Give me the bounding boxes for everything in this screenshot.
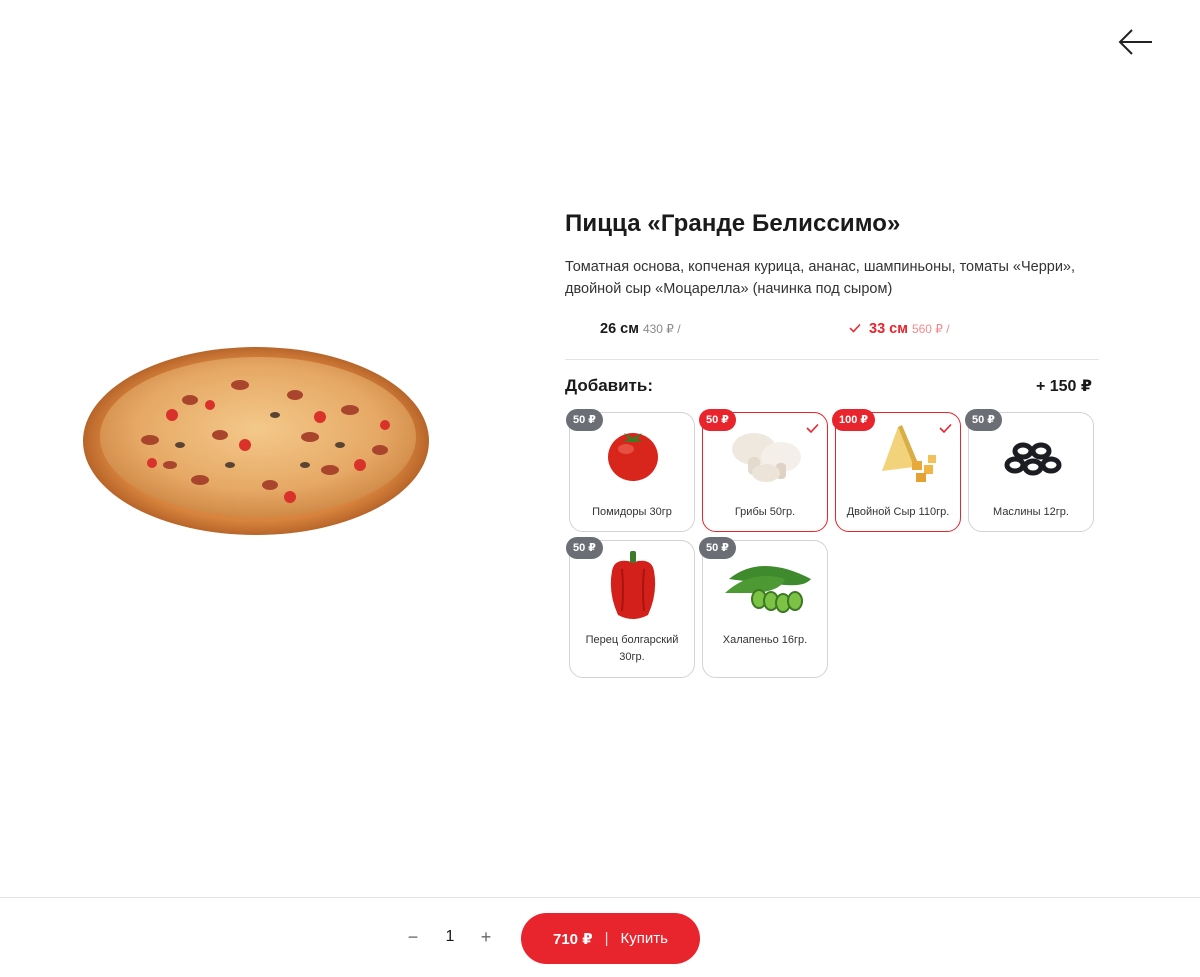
addon-card-olives[interactable]: 50 ₽ Маслины 12гр. [965,409,1094,532]
addon-name: Грибы 50гр. [734,506,796,518]
total-price: 710 ₽ [553,930,593,948]
olives-icon [1004,442,1062,476]
product-info: Пицца «Гранде Белиссимо» Томатная основа… [565,210,1100,349]
divider [565,359,1099,360]
addon-name: Халапеньо 16гр. [722,634,808,646]
addon-name: Двойной Сыр 110гр. [846,506,950,518]
size-label: 33 см [869,321,908,337]
addon-name: Перец болгарский 30гр. [585,634,679,663]
addon-card-tomato[interactable]: 50 ₽ Помидоры 30гр [566,409,695,532]
buy-button[interactable]: 710 ₽ | Купить [521,913,700,964]
check-icon [849,323,861,333]
quantity-increase-button[interactable]: + [475,926,497,948]
jalapeno-icon [725,566,811,613]
tomato-icon [608,433,658,481]
size-label: 26 см [600,321,639,337]
addon-card-mushrooms[interactable]: 50 ₽ Грибы 50гр. [699,409,828,532]
price-separator: | [604,930,609,947]
addons-total: + 150 ₽ [1035,378,1092,395]
size-selector: 26 см 430 ₽ / 33 см 560 ₽ / [565,313,1100,349]
quantity-value: 1 [445,928,455,945]
quantity-decrease-button[interactable]: − [402,926,424,948]
addons-header: Добавить: + 150 ₽ [565,376,1092,396]
addons-title: Добавить: [565,376,653,395]
bell-pepper-icon [610,551,656,619]
arrow-left-icon [1118,29,1152,55]
addon-card-bell-pepper[interactable]: 50 ₽ Перец болгарский 30гр. [566,537,695,678]
product-title: Пицца «Гранде Белиссимо» [565,210,901,237]
addon-card-jalapeno[interactable]: 50 ₽ Халапеньо 16гр. [699,537,828,678]
mushroom-icon [732,433,801,482]
size-price: 560 ₽ / [911,322,950,336]
addon-card-cheese[interactable]: 100 ₽ Двойной Сыр 110гр. [832,409,961,532]
cheese-icon [882,425,936,482]
size-price: 430 ₽ / [642,322,681,336]
size-option-33[interactable]: 33 см 560 ₽ / [849,321,950,337]
buy-label: Купить [620,930,668,947]
size-option-26[interactable]: 26 см 430 ₽ / [600,321,681,337]
addon-name: Маслины 12гр. [993,506,1069,518]
back-button[interactable] [1116,26,1156,58]
product-description: Томатная основа, копченая курица, ананас… [565,259,1076,297]
addon-name: Помидоры 30гр [592,506,672,518]
pizza-image [83,347,429,535]
